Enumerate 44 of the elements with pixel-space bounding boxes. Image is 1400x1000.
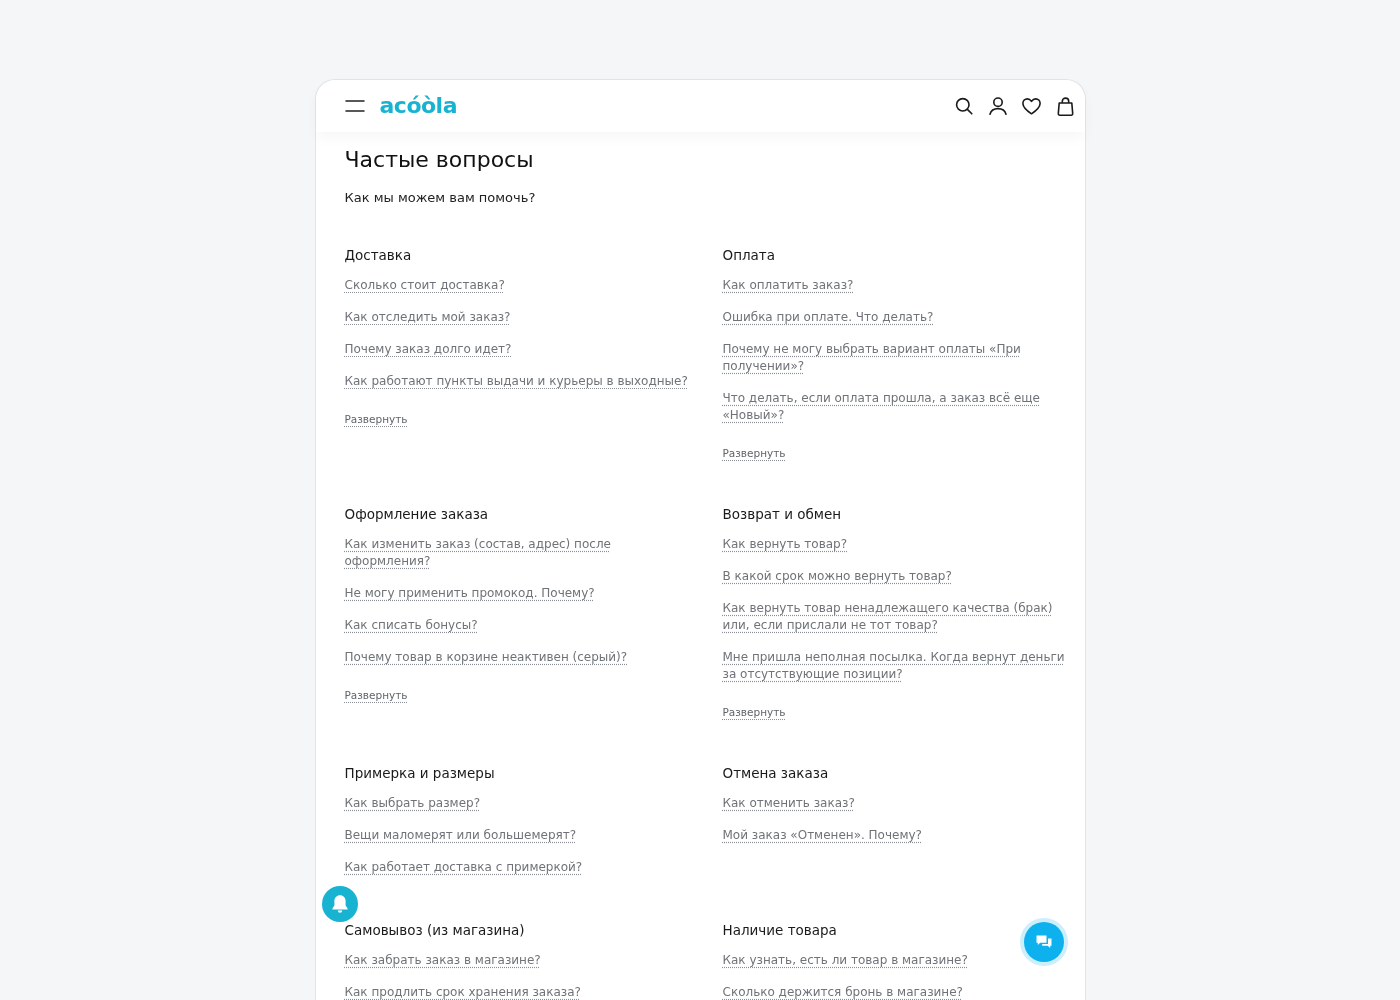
faq-question-link[interactable]: Как изменить заказ (состав, адрес) после оформления?: [344, 536, 693, 570]
faq-question-link[interactable]: Как забрать заказ в магазине?: [344, 952, 541, 969]
faq-question-link[interactable]: Как вернуть товар?: [722, 536, 848, 553]
faq-question-link[interactable]: Сколько стоит доставка?: [344, 277, 505, 294]
faq-question-link[interactable]: Как отменить заказ?: [722, 795, 855, 812]
faq-question-link[interactable]: Как оплатить заказ?: [722, 277, 854, 294]
faq-question-link[interactable]: Что делать, если оплата прошла, а заказ всё еще «Новый»?: [722, 390, 1068, 424]
faq-question-link[interactable]: Как узнать, есть ли товар в магазине?: [722, 952, 968, 969]
section-heading: Примерка и размеры: [344, 765, 495, 781]
section-heading: Оплата: [722, 247, 775, 263]
faq-question-link[interactable]: Мой заказ «Отменен». Почему?: [722, 827, 922, 844]
page-subtitle: Как мы можем вам помочь?: [344, 190, 536, 206]
faq-question-link[interactable]: В какой срок можно вернуть товар?: [722, 568, 952, 585]
user-icon[interactable]: [987, 96, 1008, 116]
section-heading: Наличие товара: [722, 922, 837, 938]
faq-question-link[interactable]: Сколько держится бронь в магазине?: [722, 984, 963, 1000]
expand-link[interactable]: Развернуть: [722, 705, 786, 719]
faq-question-link[interactable]: Вещи маломерят или большемерят?: [344, 827, 577, 844]
faq-question-link[interactable]: Почему товар в корзине неактивен (серый)?: [344, 649, 628, 666]
page-title: Частые вопросы: [344, 146, 534, 174]
faq-question-link[interactable]: Мне пришла неполная посылка. Когда вернут деньги за отсутствующие позиции?: [722, 649, 1068, 683]
faq-question-link[interactable]: Не могу применить промокод. Почему?: [344, 585, 595, 602]
faq-question-link[interactable]: Как продлить срок хранения заказа?: [344, 984, 581, 1000]
faq-question-link[interactable]: Почему заказ долго идет?: [344, 341, 512, 358]
shopping-bag-icon[interactable]: [1055, 96, 1076, 116]
section-heading: Отмена заказа: [722, 765, 829, 781]
faq-question-link[interactable]: Как работают пункты выдачи и курьеры в выходные?: [344, 373, 688, 390]
expand-link[interactable]: Развернуть: [722, 446, 786, 460]
section-heading: Возврат и обмен: [722, 506, 842, 522]
faq-question-link[interactable]: Как выбрать размер?: [344, 795, 480, 812]
section-heading: Доставка: [344, 247, 412, 263]
expand-link[interactable]: Развернуть: [344, 412, 408, 426]
faq-question-link[interactable]: Как отследить мой заказ?: [344, 309, 511, 326]
heart-icon[interactable]: [1021, 96, 1042, 116]
section-heading: Оформление заказа: [344, 506, 489, 522]
menu-icon[interactable]: [344, 100, 365, 112]
faq-question-link[interactable]: Почему не могу выбрать вариант оплаты «При получении»?: [722, 341, 1068, 375]
expand-link[interactable]: Развернуть: [344, 688, 408, 702]
faq-question-link[interactable]: Как вернуть товар ненадлежащего качества (брак) или, если прислали не тот товар?: [722, 600, 1068, 634]
section-heading: Самовывоз (из магазина): [344, 922, 525, 938]
faq-question-link[interactable]: Как списать бонусы?: [344, 617, 478, 634]
search-icon[interactable]: [953, 96, 974, 116]
faq-question-link[interactable]: Как работает доставка с примеркой?: [344, 859, 583, 876]
faq-question-link[interactable]: Ошибка при оплате. Что делать?: [722, 309, 934, 326]
